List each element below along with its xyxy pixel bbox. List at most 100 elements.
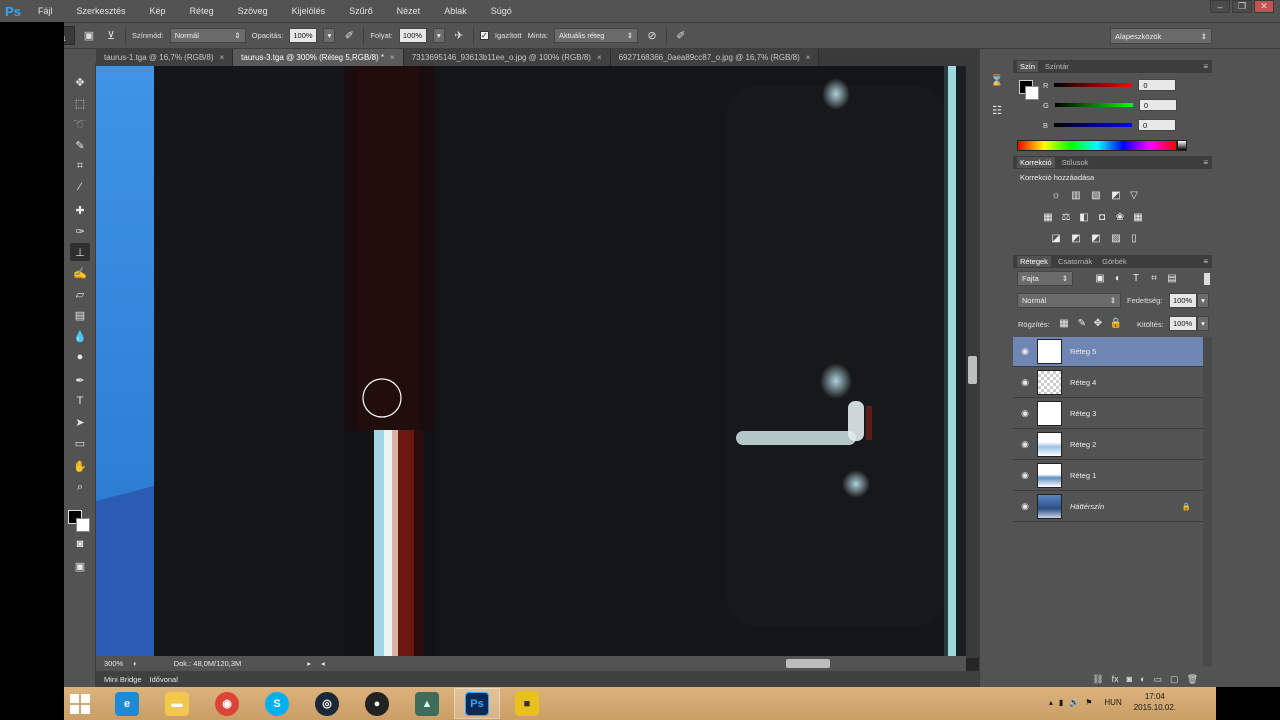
path-selection-tool-icon[interactable]: ➤ <box>70 413 90 431</box>
tab-swatches[interactable]: Színtár <box>1042 61 1072 72</box>
taskbar-file-explorer[interactable]: ▬ <box>154 688 200 719</box>
menu-filter[interactable]: Szűrő <box>337 0 385 22</box>
filter-shape-icon[interactable]: ⌗ <box>1147 272 1161 285</box>
taskbar-chrome[interactable]: ◉ <box>204 688 250 719</box>
group-icon[interactable]: ▭ <box>1154 674 1163 685</box>
windows-start-icon[interactable] <box>70 694 90 714</box>
clock[interactable]: 17:04 2015.10.02. <box>1134 691 1176 713</box>
properties-panel-icon[interactable]: ☷ <box>987 101 1007 119</box>
hue-sat-icon[interactable]: ▦ <box>1041 211 1055 224</box>
filter-smart-icon[interactable]: ▤ <box>1165 272 1179 285</box>
menu-file[interactable]: Fájl <box>26 0 65 22</box>
menu-window[interactable]: Ablak <box>432 0 479 22</box>
tab-curves[interactable]: Görbék <box>1099 256 1130 267</box>
pressure-size-icon[interactable]: ✐ <box>673 28 689 44</box>
filter-adjustment-icon[interactable]: ◐ <box>1111 272 1125 285</box>
menu-view[interactable]: Nézet <box>385 0 433 22</box>
eye-icon[interactable]: ◉ <box>1013 439 1037 450</box>
brush-tool-icon[interactable]: ✑ <box>70 222 90 240</box>
airbrush-icon[interactable]: ✈ <box>451 28 467 44</box>
flow-dropdown[interactable]: ▾ <box>432 28 445 43</box>
adjustment-icon[interactable]: ◐ <box>1140 674 1145 684</box>
taskbar-steam[interactable]: ◎ <box>304 688 350 719</box>
layer-row-reteg-5[interactable]: ◉ Réteg 5 <box>1013 337 1203 367</box>
tab-close-icon[interactable]: × <box>806 53 811 62</box>
move-tool-icon[interactable]: ✥ <box>70 73 90 91</box>
taskbar-bus-app[interactable]: ■ <box>504 688 550 719</box>
selective-color-icon[interactable]: ▨ <box>1109 232 1123 245</box>
tab-7313695146[interactable]: 7313695146_93613b11ee_o.jpg @ 100% (RGB/… <box>403 49 611 66</box>
taskbar-game[interactable]: ▲ <box>404 688 450 719</box>
color-lookup-icon[interactable]: ▦ <box>1131 211 1145 224</box>
filter-pixel-icon[interactable]: ▣ <box>1093 272 1107 285</box>
tab-color[interactable]: Szín <box>1017 61 1039 72</box>
filter-toggle[interactable] <box>1204 273 1210 285</box>
tab-timeline[interactable]: Idővonal <box>150 675 178 684</box>
layer-opacity-dropdown[interactable]: ▾ <box>1197 293 1209 308</box>
horizontal-scroll-thumb[interactable] <box>786 659 830 668</box>
menu-layer[interactable]: Réteg <box>178 0 226 22</box>
layer-opacity-field[interactable]: 100% <box>1169 293 1197 308</box>
document-canvas[interactable] <box>96 66 966 656</box>
tab-close-icon[interactable]: × <box>390 53 395 62</box>
eraser-tool-icon[interactable]: ▱ <box>70 285 90 303</box>
toggle-brush-panel-icon[interactable]: ▣ <box>81 28 97 44</box>
lasso-tool-icon[interactable]: ➰ <box>70 115 90 133</box>
exposure-icon[interactable]: ◩ <box>1109 189 1123 202</box>
posterize-icon[interactable]: ◩ <box>1069 232 1083 245</box>
menu-edit[interactable]: Szerkesztés <box>65 0 138 22</box>
network-icon[interactable]: ▮ <box>1059 698 1063 707</box>
aligned-checkbox[interactable]: ✓ <box>479 31 489 40</box>
channel-mixer-icon[interactable]: ❀ <box>1113 211 1127 224</box>
green-value[interactable]: 0 <box>1138 99 1177 111</box>
marquee-tool-icon[interactable]: ⬚ <box>70 94 90 112</box>
panel-menu-icon[interactable]: ≡ <box>1203 158 1208 167</box>
panel-menu-icon[interactable]: ≡ <box>1203 257 1208 266</box>
menu-type[interactable]: Szöveg <box>226 0 280 22</box>
proof-icon[interactable]: ◐ <box>133 659 138 668</box>
taskbar-skype[interactable]: S <box>254 688 300 719</box>
healing-brush-tool-icon[interactable]: ✚ <box>70 201 90 219</box>
eye-icon[interactable]: ◉ <box>1013 346 1037 357</box>
red-value[interactable]: 0 <box>1138 79 1177 91</box>
crop-tool-icon[interactable]: ⌗ <box>70 157 90 175</box>
photo-filter-icon[interactable]: ◘ <box>1095 211 1109 224</box>
eyedropper-tool-icon[interactable]: ⁄ <box>70 178 90 196</box>
type-tool-icon[interactable]: T <box>70 392 90 410</box>
tab-close-icon[interactable]: × <box>597 53 602 62</box>
panel-menu-icon[interactable]: ≡ <box>1203 62 1208 71</box>
link-icon[interactable]: ⛓ <box>1092 674 1103 685</box>
pen-tool-icon[interactable]: ✒ <box>70 371 90 389</box>
vertical-scroll-thumb[interactable] <box>968 356 977 384</box>
mode-select[interactable]: Normál ⇕ <box>169 28 246 43</box>
clone-source-panel-icon[interactable]: ⊻ <box>103 28 119 44</box>
opacity-dropdown[interactable]: ▾ <box>323 28 336 43</box>
volume-icon[interactable]: 🔊 <box>1069 698 1079 707</box>
tab-taurus-3[interactable]: taurus-3.tga @ 300% (Réteg 5,RGB/8) * × <box>233 49 404 66</box>
menu-help[interactable]: Súgó <box>479 0 524 22</box>
status-menu-arrow-icon[interactable]: ▸ <box>307 659 311 668</box>
brightness-icon[interactable]: ☼ <box>1049 189 1063 202</box>
color-spectrum-ramp[interactable] <box>1017 140 1177 151</box>
close-button[interactable]: ✕ <box>1254 0 1274 13</box>
scroll-left-icon[interactable]: ◂ <box>321 659 325 668</box>
zoom-level[interactable]: 300% <box>104 659 123 668</box>
threshold-icon[interactable]: ◩ <box>1089 232 1103 245</box>
menu-image[interactable]: Kép <box>138 0 178 22</box>
quick-mask-icon[interactable]: ◙ <box>70 535 90 553</box>
lock-position-icon[interactable]: ✥ <box>1091 317 1105 330</box>
lock-transparent-icon[interactable]: ▦ <box>1057 317 1071 330</box>
blue-value[interactable]: 0 <box>1138 119 1177 131</box>
menu-select[interactable]: Kijelölés <box>280 0 338 22</box>
black-white-icon[interactable]: ◧ <box>1077 211 1091 224</box>
eye-icon[interactable]: ◉ <box>1013 501 1037 512</box>
taskbar-obs[interactable]: ● <box>354 688 400 719</box>
filter-type-icon[interactable]: T <box>1129 272 1143 285</box>
vibrance-icon[interactable]: ▽ <box>1127 189 1141 202</box>
fill-field[interactable]: 100% <box>1169 316 1197 331</box>
eye-icon[interactable]: ◉ <box>1013 470 1037 481</box>
tab-channels[interactable]: Csatornák <box>1055 256 1095 267</box>
zoom-tool-icon[interactable]: ⌕ <box>70 478 90 496</box>
history-brush-tool-icon[interactable]: ✍ <box>70 264 90 282</box>
layer-row-reteg-4[interactable]: ◉ Réteg 4 <box>1013 368 1203 398</box>
